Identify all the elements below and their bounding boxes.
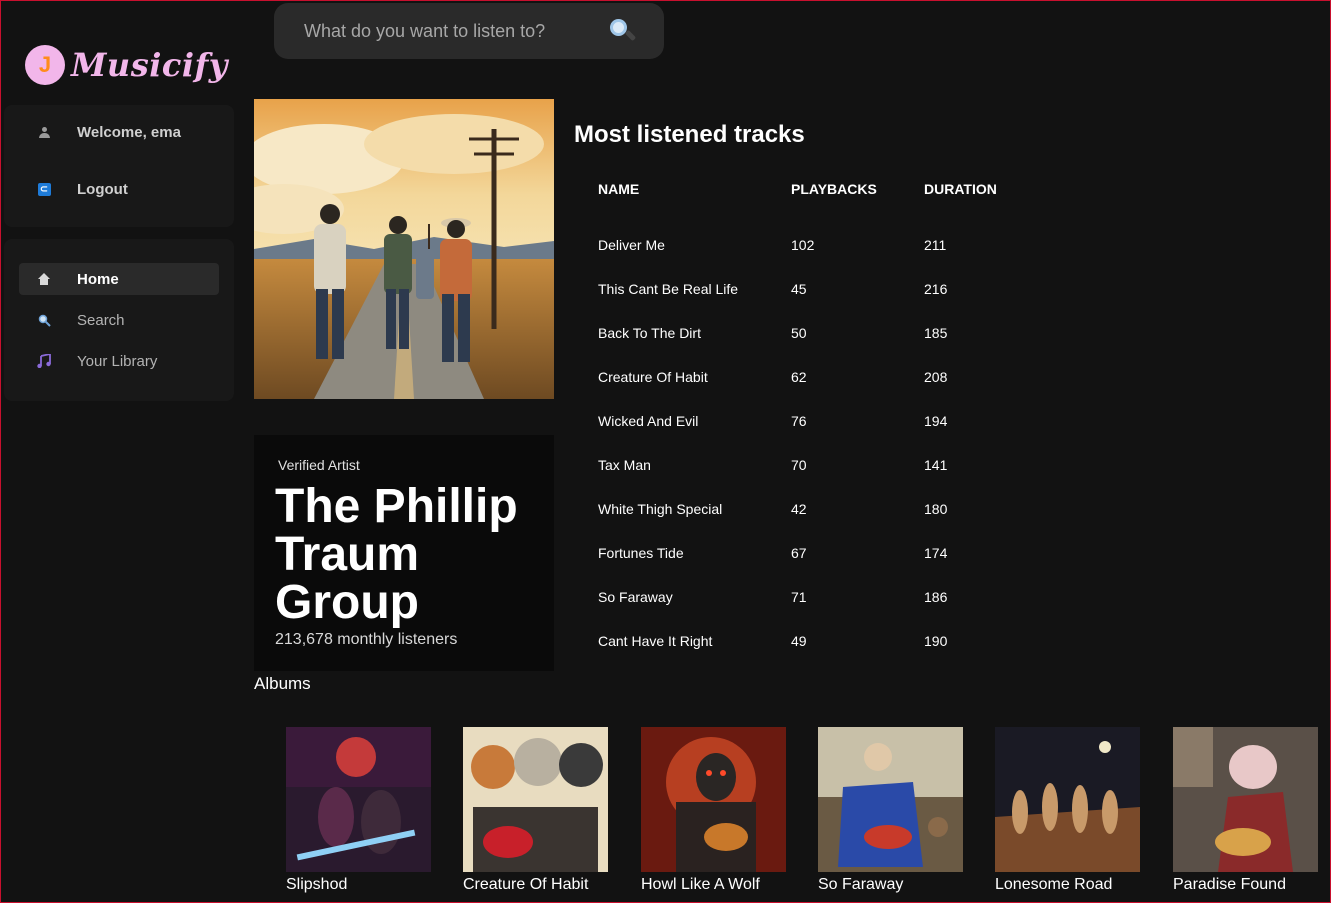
track-duration: 185 — [924, 325, 948, 341]
table-row[interactable]: Creature Of Habit 62 208 — [598, 355, 1024, 399]
album-cover — [641, 727, 786, 872]
track-name: Fortunes Tide — [598, 545, 684, 561]
sidebar-item-library[interactable]: Your Library — [19, 345, 219, 377]
albums-title: Albums — [254, 674, 311, 693]
track-name: Wicked And Evil — [598, 413, 699, 429]
artist-name: The Phillip Traum Group — [275, 480, 518, 629]
track-playbacks: 45 — [791, 281, 807, 297]
track-playbacks: 76 — [791, 413, 807, 429]
welcome-item: Welcome, ema — [19, 116, 219, 148]
table-row[interactable]: Deliver Me 102 211 — [598, 223, 1024, 267]
monthly-listeners: 213,678 monthly listeners — [275, 631, 458, 648]
track-name: This Cant Be Real Life — [598, 281, 739, 297]
track-playbacks: 67 — [791, 545, 807, 561]
tracks-table: NAME PLAYBACKS DURATION Deliver Me 102 211… — [598, 179, 1024, 663]
track-name: Tax Man — [598, 457, 651, 473]
sidebar-item-label: Search — [77, 311, 125, 329]
album-cover — [463, 727, 608, 872]
album-title: So Faraway — [818, 876, 904, 893]
album-card-slipshod[interactable]: Slipshod — [286, 727, 446, 894]
home-icon — [37, 272, 51, 286]
track-playbacks: 42 — [791, 501, 807, 517]
table-row[interactable]: Cant Have It Right 49 190 — [598, 619, 1024, 663]
table-row[interactable]: Fortunes Tide 67 174 — [598, 531, 1024, 575]
search-icon[interactable] — [608, 17, 637, 45]
app-logo[interactable]: J Musicify — [25, 45, 228, 85]
track-playbacks: 70 — [791, 457, 807, 473]
album-title: Lonesome Road — [995, 876, 1113, 893]
album-card-howl-like-a-wolf[interactable]: Howl Like A Wolf — [641, 727, 801, 894]
track-name: Back To The Dirt — [598, 325, 701, 341]
track-playbacks: 71 — [791, 589, 807, 605]
track-duration: 141 — [924, 457, 948, 473]
header-duration: DURATION — [924, 181, 997, 197]
album-card-creature-of-habit[interactable]: Creature Of Habit — [463, 727, 623, 894]
music-note-icon — [37, 354, 51, 368]
app-name: Musicify — [71, 46, 228, 84]
header-name: NAME — [598, 181, 640, 197]
track-duration: 186 — [924, 589, 948, 605]
album-card-lonesome-road[interactable]: Lonesome Road — [995, 727, 1155, 894]
user-panel: Welcome, ema ⊂ Logout — [4, 105, 234, 227]
track-playbacks: 50 — [791, 325, 807, 341]
search-icon — [37, 313, 51, 327]
album-cover — [286, 727, 431, 872]
table-header: NAME PLAYBACKS DURATION — [598, 179, 1024, 199]
verified-badge: Verified Artist — [278, 457, 360, 473]
table-row[interactable]: Wicked And Evil 76 194 — [598, 399, 1024, 443]
sidebar-item-label: Home — [77, 270, 119, 288]
track-name: White Thigh Special — [598, 501, 723, 517]
album-cover — [1173, 727, 1318, 872]
sidebar-item-home[interactable]: Home — [19, 263, 219, 295]
table-row[interactable]: Tax Man 70 141 — [598, 443, 1024, 487]
album-card-so-faraway[interactable]: So Faraway — [818, 727, 978, 894]
album-cover — [818, 727, 963, 872]
user-icon — [37, 125, 51, 139]
track-name: So Faraway — [598, 589, 673, 605]
track-name: Cant Have It Right — [598, 633, 713, 649]
music-note-logo-icon: J — [25, 45, 65, 85]
sidebar-item-search[interactable]: Search — [19, 304, 219, 336]
logout-label: Logout — [77, 180, 128, 198]
table-row[interactable]: White Thigh Special 42 180 — [598, 487, 1024, 531]
tracks-title: Most listened tracks — [574, 121, 805, 148]
album-title: Howl Like A Wolf — [641, 876, 760, 893]
artist-card: Verified Artist The Phillip Traum Group … — [254, 435, 554, 671]
album-title: Slipshod — [286, 876, 348, 893]
track-duration: 180 — [924, 501, 948, 517]
search-input[interactable] — [304, 20, 590, 42]
welcome-label: Welcome, ema — [77, 123, 181, 141]
track-duration: 190 — [924, 633, 948, 649]
track-duration: 208 — [924, 369, 948, 385]
table-row[interactable]: This Cant Be Real Life 45 216 — [598, 267, 1024, 311]
track-duration: 174 — [924, 545, 948, 561]
album-cover — [995, 727, 1140, 872]
sidebar-item-label: Your Library — [77, 352, 158, 370]
table-row[interactable]: So Faraway 71 186 — [598, 575, 1024, 619]
track-duration: 211 — [924, 237, 947, 253]
track-name: Deliver Me — [598, 237, 665, 253]
track-playbacks: 62 — [791, 369, 807, 385]
track-duration: 194 — [924, 413, 948, 429]
header-playbacks: PLAYBACKS — [791, 181, 877, 197]
track-name: Creature Of Habit — [598, 369, 708, 385]
nav-panel: Home Search Your Library — [4, 239, 234, 401]
logout-button[interactable]: ⊂ Logout — [19, 173, 219, 205]
album-card-paradise-found[interactable]: Paradise Found — [1173, 727, 1331, 894]
artist-image — [254, 99, 554, 399]
table-row[interactable]: Back To The Dirt 50 185 — [598, 311, 1024, 355]
logout-icon: ⊂ — [37, 182, 51, 196]
album-title: Creature Of Habit — [463, 876, 589, 893]
track-playbacks: 49 — [791, 633, 807, 649]
track-playbacks: 102 — [791, 237, 815, 253]
track-duration: 216 — [924, 281, 948, 297]
album-title: Paradise Found — [1173, 876, 1286, 893]
search-bar — [274, 3, 664, 59]
